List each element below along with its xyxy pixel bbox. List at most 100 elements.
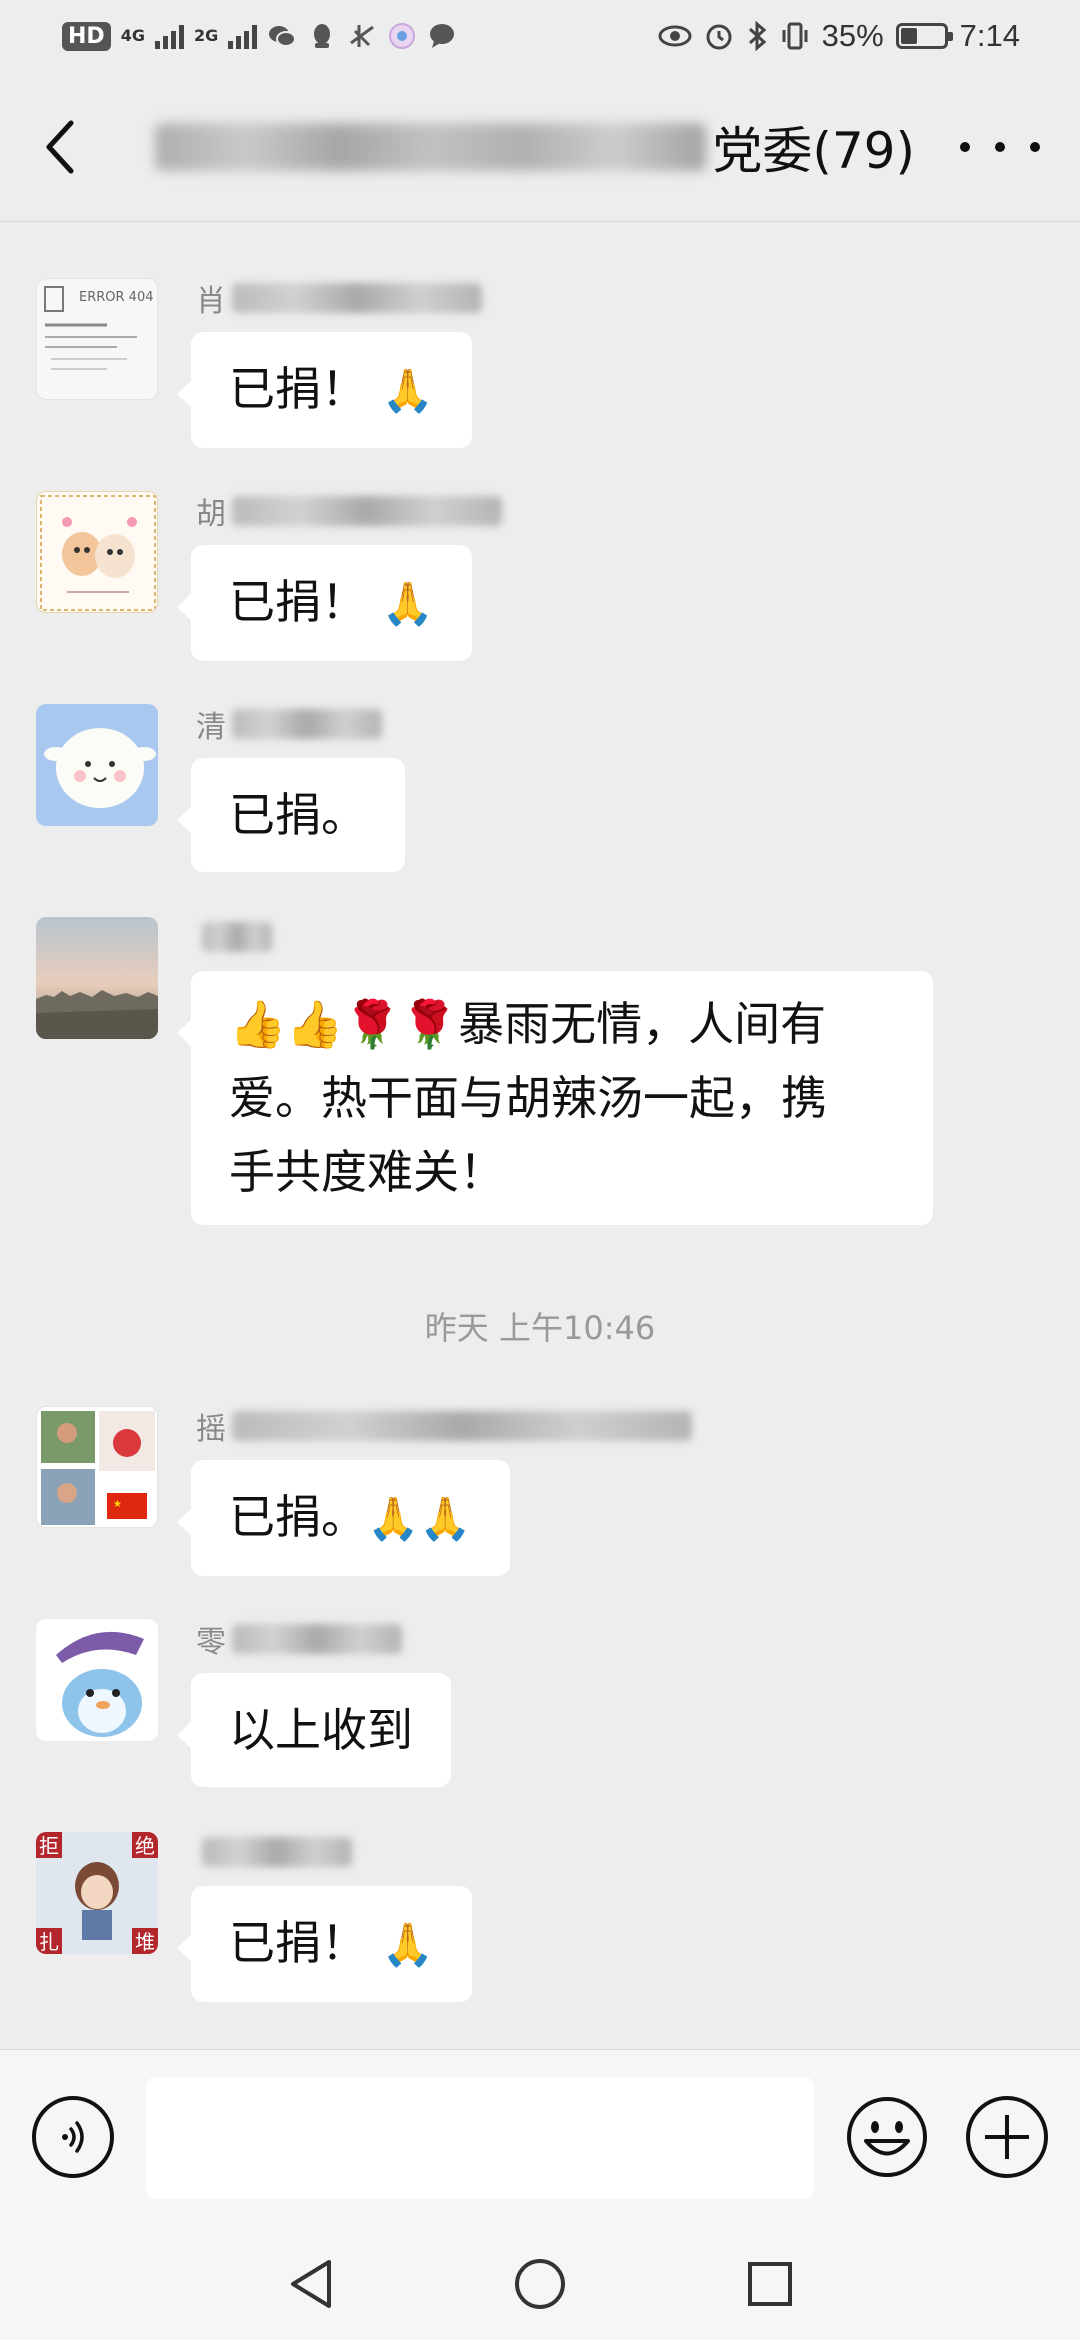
- cartoon-penguin-avatar[interactable]: [36, 1619, 158, 1741]
- signal-bars-1-icon: [154, 23, 184, 49]
- sender-name: 胡: [196, 491, 502, 532]
- error-404-avatar-image: ERROR 404: [44, 286, 154, 370]
- message-text: 已捐！: [229, 362, 367, 416]
- blurred-sender-name: [202, 1837, 352, 1867]
- message-line: 手共度难关！: [229, 1145, 505, 1199]
- corner-char: 堆: [135, 1930, 155, 1954]
- sender-first-char: 清: [196, 710, 226, 745]
- sender-first-char: 摇: [196, 1412, 226, 1447]
- corner-char: 扎: [39, 1930, 59, 1954]
- eye-icon: [658, 25, 692, 47]
- cartoon-penguin-avatar-image: [56, 1631, 144, 1737]
- message-bubble[interactable]: 已捐。🙏🙏: [177, 1460, 510, 1576]
- message-item: 胡 已捐！ 🙏: [36, 491, 1046, 671]
- message-text: 以上收到: [229, 1703, 413, 1757]
- city-skyline-avatar-image: [36, 917, 158, 1039]
- chevron-left-icon: [46, 120, 74, 174]
- network-type-1: 4G: [120, 26, 145, 45]
- nav-back-button[interactable]: [280, 2254, 340, 2314]
- message-bubble[interactable]: 以上收到: [177, 1673, 451, 1787]
- message-line: 爱。热干面与胡辣汤一起，携: [229, 1071, 827, 1125]
- message-bubble[interactable]: 已捐！ 🙏: [177, 1886, 472, 2002]
- error-404-avatar[interactable]: ERROR 404: [36, 278, 158, 400]
- sender-name: [196, 1832, 352, 1872]
- qq-icon: [314, 24, 331, 48]
- blurred-sender-name: [232, 709, 382, 739]
- sheep-avatar-image: [44, 728, 156, 808]
- message-text: 已捐。: [229, 788, 367, 842]
- back-button[interactable]: [30, 107, 90, 187]
- chat-header: 党委(79): [0, 72, 1080, 222]
- corner-char: 拒: [39, 1834, 59, 1858]
- emoji-button[interactable]: [846, 2096, 928, 2178]
- status-bar: HD 4G 2G 35% 7:14: [0, 0, 1080, 72]
- blurred-sender-name: [232, 1411, 692, 1441]
- message-item: 👍👍🌹🌹暴雨无情，人间有 爱。热干面与胡辣汤一起，携 手共度难关！: [36, 917, 1046, 1247]
- sheep-avatar[interactable]: [36, 704, 158, 826]
- bluetooth-icon: [748, 20, 766, 52]
- status-left: HD 4G 2G: [62, 16, 457, 56]
- blurred-title-text: [155, 123, 707, 171]
- folded-hands-icon: 🙏: [381, 366, 434, 415]
- app-circle-icon: [389, 23, 416, 49]
- battery-percent: 35%: [821, 18, 884, 53]
- photo-collage-avatar[interactable]: ★: [36, 1406, 158, 1528]
- system-nav-bar: [0, 2224, 1080, 2340]
- message-item: ERROR 404 肖 已捐！ 🙏: [36, 278, 1046, 458]
- smiley-icon: [847, 2097, 927, 2177]
- alarm-icon: [706, 24, 732, 50]
- message-bubble[interactable]: 已捐！ 🙏: [177, 545, 472, 661]
- blurred-sender-name: [202, 922, 272, 952]
- timestamp-divider: 昨天 上午10:46: [424, 1309, 656, 1347]
- message-bubble[interactable]: 已捐。: [177, 758, 405, 872]
- folded-hands-icon: 🙏: [381, 1920, 434, 1969]
- message-item: 拒 绝 扎 堆 已捐！ 🙏: [36, 1832, 1046, 2012]
- message-text: 已捐。: [229, 1490, 367, 1544]
- message-text: 已捐！: [229, 1916, 367, 1970]
- more-button[interactable]: [960, 122, 1040, 172]
- battery-fill: [900, 28, 917, 44]
- sender-name: 零: [196, 1619, 402, 1660]
- blurred-sender-name: [232, 1624, 402, 1654]
- sender-first-char: 零: [196, 1625, 226, 1660]
- cartoon-cats-avatar-image: [40, 495, 156, 611]
- folded-hands-icon: 🙏🙏: [367, 1494, 472, 1543]
- triangle-back-icon: [291, 2260, 331, 2308]
- photo-collage-avatar-image: ★: [41, 1411, 155, 1525]
- nav-recents-button[interactable]: [740, 2254, 800, 2314]
- cartoon-girl-avatar[interactable]: 拒 绝 扎 堆: [36, 1832, 158, 1954]
- message-text: 已捐！: [229, 575, 367, 629]
- nav-home-button[interactable]: [510, 2254, 570, 2314]
- message-item: 零 以上收到: [36, 1619, 1046, 1799]
- voice-button[interactable]: [32, 2096, 114, 2178]
- more-functions-button[interactable]: [966, 2096, 1048, 2178]
- circle-home-icon: [515, 2259, 565, 2309]
- voice-wave-icon: [62, 2121, 84, 2153]
- blurred-sender-name: [232, 496, 502, 526]
- vibrate-icon: [782, 22, 808, 50]
- message-list[interactable]: ERROR 404 肖 已捐！ 🙏 胡 已捐！ 🙏 清 已捐。 👍👍🌹🌹暴雨无情…: [0, 223, 1080, 2049]
- message-bubble[interactable]: 👍👍🌹🌹暴雨无情，人间有 爱。热干面与胡辣汤一起，携 手共度难关！: [177, 971, 933, 1225]
- battery-icon: [895, 23, 953, 49]
- network-type-2: 2G: [193, 26, 219, 45]
- more-dots-icon: [960, 142, 970, 152]
- sender-name: 摇: [196, 1406, 692, 1447]
- input-bar: [0, 2049, 1080, 2224]
- square-recents-icon: [748, 2262, 792, 2306]
- blurred-sender-name: [232, 283, 482, 313]
- message-icon: [430, 24, 455, 48]
- hd-badge: HD: [62, 21, 111, 51]
- sender-first-char: 肖: [196, 284, 226, 319]
- sender-name: [196, 917, 272, 957]
- cartoon-girl-avatar-image: 拒 绝 扎 堆: [36, 1832, 158, 1954]
- error-title-text: ERROR 404: [79, 290, 154, 305]
- cartoon-cats-avatar[interactable]: [36, 491, 158, 613]
- message-input[interactable]: [146, 2077, 814, 2199]
- message-bubble[interactable]: 已捐！ 🙏: [177, 332, 472, 448]
- status-right: 35% 7:14: [658, 14, 1020, 58]
- more-dot: [995, 142, 1005, 152]
- study-app-icon: [350, 25, 375, 47]
- city-skyline-avatar[interactable]: [36, 917, 158, 1039]
- chat-title: 党委(79): [155, 112, 915, 182]
- signal-bars-2-icon: [228, 23, 258, 49]
